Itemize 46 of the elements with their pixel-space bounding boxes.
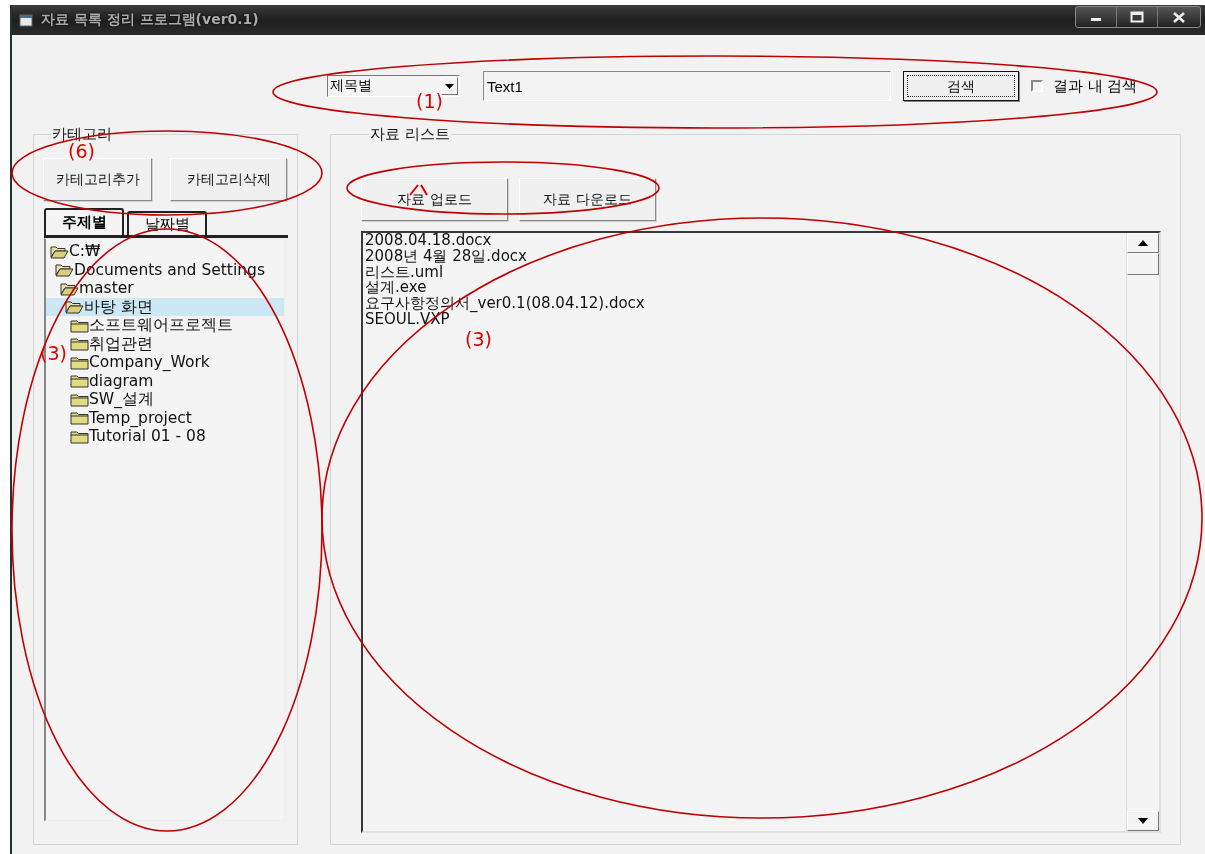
tree-item[interactable]: master bbox=[60, 279, 134, 298]
tree-item[interactable]: 취업관련 bbox=[70, 334, 153, 353]
file-list-item[interactable]: 2008.04.18.docx bbox=[365, 233, 1124, 249]
folder-icon bbox=[70, 354, 89, 370]
tree-item[interactable]: 바탕 화면 bbox=[46, 297, 284, 316]
folder-icon bbox=[70, 373, 89, 389]
folder-icon bbox=[70, 428, 89, 444]
delete-category-button[interactable]: 카테고리삭제 bbox=[170, 158, 287, 201]
folder-icon bbox=[70, 391, 89, 407]
download-button[interactable]: 자료 다운로드 bbox=[519, 178, 656, 221]
tree-item[interactable]: Company_Work bbox=[70, 353, 210, 372]
file-list-item[interactable]: 리스트.uml bbox=[365, 264, 1124, 281]
dropdown-arrow-icon bbox=[445, 83, 454, 89]
panel-title: 카테고리 bbox=[51, 125, 113, 143]
close-icon bbox=[1173, 11, 1185, 23]
checkbox-label[interactable]: 결과 내 검색 bbox=[1053, 76, 1138, 96]
window-title: 자료 목록 정리 프로그램(ver0.1) bbox=[41, 11, 259, 29]
tree-item[interactable]: diagram bbox=[70, 371, 154, 390]
folder-icon bbox=[70, 336, 89, 352]
tree-item[interactable]: Temp_project bbox=[70, 408, 192, 427]
tab[interactable]: 주제별 bbox=[44, 208, 124, 235]
scroll-thumb[interactable] bbox=[1127, 253, 1159, 275]
open-folder-icon bbox=[60, 280, 79, 296]
panel-title: 자료 리스트 bbox=[369, 125, 451, 144]
open-folder-icon bbox=[55, 262, 74, 278]
folder-icon bbox=[70, 317, 89, 333]
tree-item[interactable]: Tutorial 01 - 08 bbox=[70, 427, 206, 446]
annotation-label: (3) bbox=[465, 327, 492, 351]
scroll-up-icon[interactable] bbox=[1138, 240, 1148, 246]
scrollbar[interactable] bbox=[1126, 233, 1159, 831]
scroll-down-icon[interactable] bbox=[1138, 818, 1148, 824]
open-folder-icon bbox=[65, 299, 84, 315]
file-list-item[interactable]: 2008년 4월 28일.docx bbox=[365, 248, 1124, 265]
upload-button[interactable]: 자료 업로드 bbox=[361, 178, 508, 221]
folder-icon bbox=[70, 410, 89, 426]
checkbox[interactable] bbox=[1031, 80, 1043, 92]
maximize-icon bbox=[1130, 11, 1144, 23]
tree-item[interactable]: C:₩ bbox=[50, 242, 101, 261]
search-button[interactable]: 검색 bbox=[903, 71, 1019, 101]
annotation-label: (3) bbox=[40, 341, 67, 365]
app-icon bbox=[19, 13, 33, 27]
search-field[interactable]: Text1 bbox=[483, 71, 891, 101]
tree-item[interactable]: SW_설계 bbox=[70, 390, 154, 409]
file-list-item[interactable]: 설계.exe bbox=[365, 280, 1124, 297]
open-folder-icon bbox=[50, 243, 69, 259]
tree-item[interactable]: 소프트웨어프로젝트 bbox=[70, 316, 233, 335]
